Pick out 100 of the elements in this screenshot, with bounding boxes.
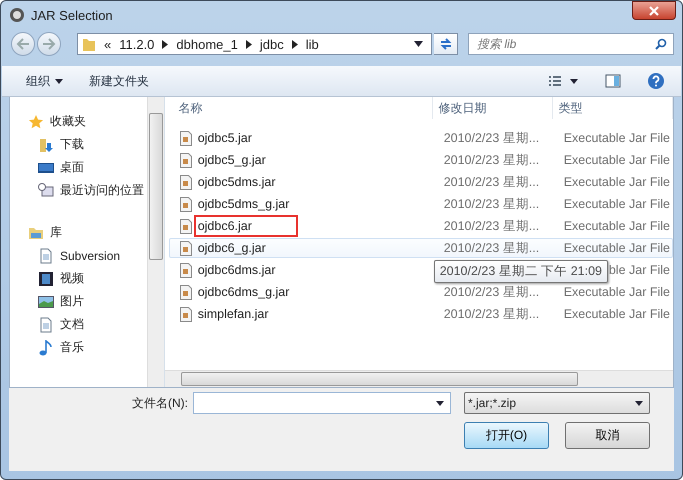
star-icon xyxy=(28,114,44,130)
file-type: Executable Jar File xyxy=(564,219,670,233)
file-name-label: 文件名(N): xyxy=(132,394,188,412)
chevron-icon xyxy=(292,40,298,48)
close-icon xyxy=(648,6,660,16)
dropdown-icon xyxy=(436,400,444,406)
caret-icon xyxy=(55,78,63,84)
modified-date: 2010/2/23 星期... xyxy=(444,306,540,320)
nav-group[interactable]: 收藏夹 xyxy=(28,110,147,133)
film-icon xyxy=(38,270,54,286)
download-folder-icon xyxy=(38,136,54,152)
close-button[interactable] xyxy=(632,1,676,20)
file-name: ojdbc6dms_g.jar xyxy=(198,285,290,299)
document-icon xyxy=(38,248,54,264)
nav-item[interactable]: 文档 xyxy=(28,313,147,336)
file-row[interactable]: simplefan.jar 2010/2/23 星期... Executable Jar File xyxy=(168,304,673,324)
organize-menu[interactable]: 组织 xyxy=(18,70,71,92)
modified-date: 2010/2/23 星期... xyxy=(444,240,540,254)
jar-file-icon xyxy=(180,174,192,190)
file-name-field[interactable] xyxy=(193,392,451,414)
music-note-icon xyxy=(38,340,54,356)
file-type: Executable Jar File xyxy=(564,197,670,211)
file-type: ble Jar File xyxy=(608,263,670,277)
jar-file-icon xyxy=(180,284,192,300)
breadcrumb[interactable]: jdbc xyxy=(260,36,284,52)
modified-date: 2010/2/23 星期... xyxy=(444,218,540,232)
breadcrumb-overflow[interactable]: « xyxy=(104,36,112,52)
refresh-icon xyxy=(438,37,452,51)
file-name: ojdbc6dms.jar xyxy=(198,263,276,277)
search-field[interactable]: 搜索 lib xyxy=(468,33,674,55)
jar-file-icon xyxy=(180,306,192,322)
horizontal-scrollbar[interactable] xyxy=(164,370,673,387)
modified-date: 2010/2/23 星期... xyxy=(444,284,540,298)
nav-item[interactable]: 桌面 xyxy=(28,156,147,179)
column-header[interactable]: 名称 xyxy=(164,97,433,119)
new-folder-button[interactable]: 新建文件夹 xyxy=(81,70,157,92)
file-name: ojdbc5dms.jar xyxy=(198,175,276,189)
back-arrow-icon xyxy=(16,38,30,50)
column-header[interactable]: 修改日期 xyxy=(432,97,553,119)
cancel-button[interactable]: 取消 xyxy=(565,422,650,449)
tooltip: 2010/2/23 星期二 下午 21:09 xyxy=(434,260,608,283)
file-row[interactable]: ojdbc6.jar 2010/2/23 星期... Executable Jar File xyxy=(168,216,673,236)
file-row[interactable]: ojdbc6dms_g.jar 2010/2/23 星期... Executable Jar File xyxy=(168,282,673,302)
jar-file-icon xyxy=(180,240,192,256)
modified-date: 2010/2/23 星期... xyxy=(444,174,540,188)
refresh-button[interactable] xyxy=(434,33,458,55)
modified-date: 2010/2/23 星期... xyxy=(444,196,540,210)
file-row[interactable]: ojdbc6dms.jar 2010/2/23 星期二 下午 21:09 ble Jar File xyxy=(168,260,673,280)
nav-item[interactable]: 最近访问的位置 xyxy=(28,179,147,202)
list-view-icon xyxy=(549,76,579,86)
file-name: ojdbc5.jar xyxy=(198,131,252,145)
folder-icon xyxy=(82,36,96,52)
dropdown-icon[interactable] xyxy=(414,41,423,47)
nav-item[interactable]: 音乐 xyxy=(28,336,147,359)
vertical-scrollbar[interactable] xyxy=(146,97,164,387)
help-icon xyxy=(647,72,665,90)
file-row[interactable]: ojdbc6_g.jar 2010/2/23 星期... Executable Jar File xyxy=(168,238,673,258)
file-type-dropdown[interactable]: *.jar;*.zip xyxy=(464,392,650,414)
nav-item[interactable]: 下载 xyxy=(28,133,147,156)
file-name: ojdbc5dms_g.jar xyxy=(198,197,290,211)
document-icon xyxy=(38,316,54,332)
window-title: JAR Selection xyxy=(31,8,113,22)
address-bar[interactable]: « 11.2.0 dbhome_1 jdbc lib xyxy=(77,33,432,55)
pane-icon xyxy=(605,74,621,88)
file-type: Executable Jar File xyxy=(564,285,670,299)
file-type: Executable Jar File xyxy=(564,307,670,321)
file-type: Executable Jar File xyxy=(564,153,670,167)
search-icon xyxy=(655,38,667,50)
jar-file-icon xyxy=(180,130,192,146)
nav-item[interactable]: Subversion xyxy=(28,244,147,267)
image-icon xyxy=(38,294,54,310)
modified-date: 2010/2/23 星期... xyxy=(444,130,540,144)
file-type: Executable Jar File xyxy=(564,241,670,255)
breadcrumb[interactable]: lib xyxy=(306,36,319,52)
chevron-icon xyxy=(246,40,252,48)
file-name: ojdbc5_g.jar xyxy=(198,153,266,167)
file-row[interactable]: ojdbc5dms_g.jar 2010/2/23 星期... Executable Jar File xyxy=(168,194,673,214)
jar-file-icon xyxy=(180,218,192,234)
file-row[interactable]: ojdbc5_g.jar 2010/2/23 星期... Executable Jar File xyxy=(168,150,673,170)
file-row[interactable]: ojdbc5.jar 2010/2/23 星期... Executable Jar File xyxy=(168,128,673,148)
breadcrumb[interactable]: dbhome_1 xyxy=(176,36,238,52)
breadcrumb[interactable]: 11.2.0 xyxy=(119,36,154,52)
file-row[interactable]: ojdbc5dms.jar 2010/2/23 星期... Executable Jar File xyxy=(168,172,673,192)
dropdown-icon xyxy=(635,400,643,406)
open-button[interactable]: 打开(O) xyxy=(464,422,549,449)
file-type: Executable Jar File xyxy=(564,175,670,189)
jar-file-icon xyxy=(180,196,192,212)
file-type: Executable Jar File xyxy=(564,131,670,145)
jar-file-icon xyxy=(180,262,192,278)
forward-arrow-icon xyxy=(42,38,56,50)
nav-group[interactable]: 库 xyxy=(28,221,147,244)
jar-file-icon xyxy=(180,152,192,168)
recent-places-icon xyxy=(38,182,54,198)
modified-date: 2010/2/23 星期... xyxy=(444,152,540,166)
file-name: simplefan.jar xyxy=(198,307,269,321)
file-name: ojdbc6_g.jar xyxy=(198,241,266,255)
column-header[interactable]: 类型 xyxy=(552,97,673,119)
chevron-icon xyxy=(162,40,168,48)
nav-item[interactable]: 视频 xyxy=(28,267,147,290)
nav-item[interactable]: 图片 xyxy=(28,290,147,313)
